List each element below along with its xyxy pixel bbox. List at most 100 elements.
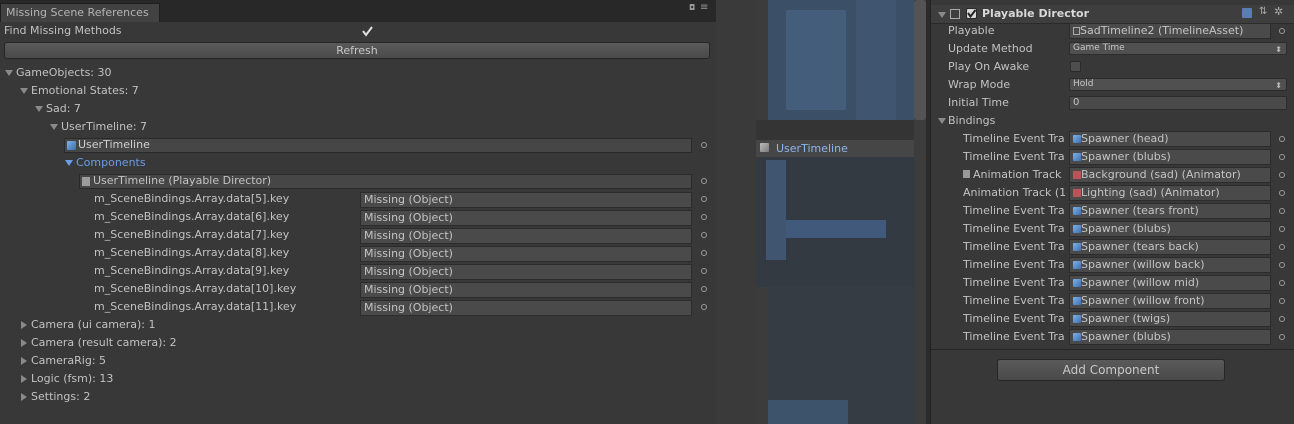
select-target-icon[interactable]	[701, 286, 707, 292]
help-icon[interactable]	[1242, 8, 1252, 18]
select-target-icon[interactable]	[701, 178, 707, 184]
cube-icon	[1073, 279, 1081, 287]
hierarchy-user-timeline[interactable]: UserTimeline	[776, 140, 848, 158]
blur-block	[786, 10, 846, 110]
select-target-icon[interactable]	[701, 304, 707, 310]
binding-value-field[interactable]: Missing (Object)	[360, 282, 692, 298]
binding-value-field[interactable]: Missing (Object)	[360, 300, 692, 316]
binding-value-field[interactable]: Missing (Object)	[360, 228, 692, 244]
binding-object-field[interactable]: Spawner (blubs)	[1069, 149, 1271, 165]
binding-object-field[interactable]: Spawner (blubs)	[1069, 221, 1271, 237]
binding-object-field[interactable]: Spawner (head)	[1069, 131, 1271, 147]
foldout-arrow-icon[interactable]	[938, 118, 946, 124]
tree-logic[interactable]: Logic (fsm): 13	[31, 370, 113, 388]
binding-track-label: Timeline Event Tra	[963, 204, 1065, 217]
select-target-icon[interactable]	[1279, 298, 1285, 304]
user-timeline-object-field[interactable]	[64, 138, 692, 153]
binding-key: m_SceneBindings.Array.data[6].key	[94, 210, 290, 223]
select-target-icon[interactable]	[1279, 280, 1285, 286]
select-target-icon[interactable]	[701, 232, 707, 238]
select-target-icon[interactable]	[1279, 316, 1285, 322]
checkmark-icon	[362, 26, 373, 37]
select-target-icon[interactable]	[701, 250, 707, 256]
binding-value-field[interactable]: Missing (Object)	[360, 264, 692, 280]
vertical-scrollbar[interactable]	[914, 0, 926, 120]
select-target-icon[interactable]	[1279, 154, 1285, 160]
playable-director-icon	[82, 177, 90, 186]
binding-object-field[interactable]: Spawner (willow front)	[1069, 293, 1271, 309]
expand-arrow-icon[interactable]	[20, 88, 28, 94]
binding-object-field[interactable]: Spawner (willow mid)	[1069, 275, 1271, 291]
binding-object-field[interactable]: Lighting (sad) (Animator)	[1069, 185, 1271, 201]
expand-arrow-icon[interactable]	[35, 106, 43, 112]
wrap-mode-dropdown[interactable]: Hold ⬍	[1069, 78, 1287, 91]
binding-key: m_SceneBindings.Array.data[5].key	[94, 192, 290, 205]
tree-camera-result[interactable]: Camera (result camera): 2	[31, 334, 177, 352]
binding-object-field[interactable]: Spawner (tears front)	[1069, 203, 1271, 219]
playable-field[interactable]: SadTimeline2 (TimelineAsset)	[1069, 23, 1271, 39]
select-target-icon[interactable]	[701, 214, 707, 220]
preset-icon[interactable]: ⇅	[1259, 6, 1267, 17]
select-target-icon[interactable]	[701, 268, 707, 274]
select-target-icon[interactable]	[701, 196, 707, 202]
play-on-awake-checkbox[interactable]	[1070, 61, 1081, 72]
select-target-icon[interactable]	[1279, 190, 1285, 196]
tree-root[interactable]: GameObjects: 30	[16, 64, 112, 82]
expand-arrow-icon[interactable]	[65, 160, 73, 166]
update-method-dropdown[interactable]: Game Time ⬍	[1069, 42, 1287, 55]
tree-user-timeline[interactable]: UserTimeline: 7	[61, 118, 147, 136]
collapse-arrow-icon[interactable]	[21, 375, 27, 383]
add-component-button[interactable]: Add Component	[997, 359, 1225, 381]
binding-value-field[interactable]: Missing (Object)	[360, 246, 692, 262]
tab-missing-scene-references[interactable]: Missing Scene References	[0, 3, 160, 22]
cube-icon	[1073, 135, 1081, 143]
lock-icon[interactable]: ◘	[689, 3, 695, 12]
binding-object-field[interactable]: Spawner (twigs)	[1069, 311, 1271, 327]
binding-object-field[interactable]: Spawner (blubs)	[1069, 329, 1271, 345]
find-missing-checkbox[interactable]	[362, 26, 373, 37]
expand-arrow-icon[interactable]	[5, 70, 13, 76]
tree-camera-rig[interactable]: CameraRig: 5	[31, 352, 106, 370]
update-method-label: Update Method	[948, 42, 1033, 55]
component-title: Playable Director	[982, 7, 1089, 20]
binding-track-label: Animation Track	[973, 168, 1062, 181]
cube-icon	[1073, 153, 1081, 161]
tree-sad[interactable]: Sad: 7	[46, 100, 81, 118]
blur-block	[856, 0, 896, 120]
select-target-icon[interactable]	[1279, 334, 1285, 340]
select-target-icon[interactable]	[1279, 136, 1285, 142]
binding-object-field[interactable]: Spawner (tears back)	[1069, 239, 1271, 255]
collapse-arrow-icon[interactable]	[21, 357, 27, 365]
menu-icon[interactable]: ≡	[700, 2, 708, 13]
tree-components[interactable]: Components	[76, 154, 146, 172]
binding-value-field[interactable]: Missing (Object)	[360, 210, 692, 226]
select-target-icon[interactable]	[1279, 244, 1285, 250]
foldout-arrow-icon[interactable]	[938, 12, 946, 18]
binding-object-field[interactable]: Spawner (willow back)	[1069, 257, 1271, 273]
animation-track-icon	[963, 170, 970, 178]
collapse-arrow-icon[interactable]	[21, 393, 27, 401]
select-target-icon[interactable]	[1279, 262, 1285, 268]
blur-block	[766, 160, 786, 260]
checkmark-icon	[967, 9, 977, 19]
tree-emotional-states[interactable]: Emotional States: 7	[31, 82, 139, 100]
bindings-label[interactable]: Bindings	[948, 112, 995, 130]
expand-arrow-icon[interactable]	[50, 124, 58, 130]
gear-icon[interactable]: ✲	[1274, 5, 1283, 18]
select-target-icon[interactable]	[1279, 28, 1285, 34]
refresh-button[interactable]: Refresh	[4, 42, 710, 59]
tree-camera-ui[interactable]: Camera (ui camera): 1	[31, 316, 156, 334]
select-target-icon[interactable]	[1279, 226, 1285, 232]
select-target-icon[interactable]	[701, 142, 707, 148]
tree-settings[interactable]: Settings: 2	[31, 388, 90, 406]
select-target-icon[interactable]	[1279, 172, 1285, 178]
hierarchy-panel-blurred: UserTimeline	[716, 0, 930, 424]
binding-value-field[interactable]: Missing (Object)	[360, 192, 692, 208]
collapse-arrow-icon[interactable]	[21, 321, 27, 329]
binding-object-field[interactable]: Background (sad) (Animator)	[1069, 167, 1271, 183]
select-target-icon[interactable]	[1279, 208, 1285, 214]
initial-time-input[interactable]: 0	[1069, 96, 1287, 110]
cube-icon	[1073, 315, 1081, 323]
component-enabled-checkbox[interactable]	[966, 8, 977, 19]
collapse-arrow-icon[interactable]	[21, 339, 27, 347]
